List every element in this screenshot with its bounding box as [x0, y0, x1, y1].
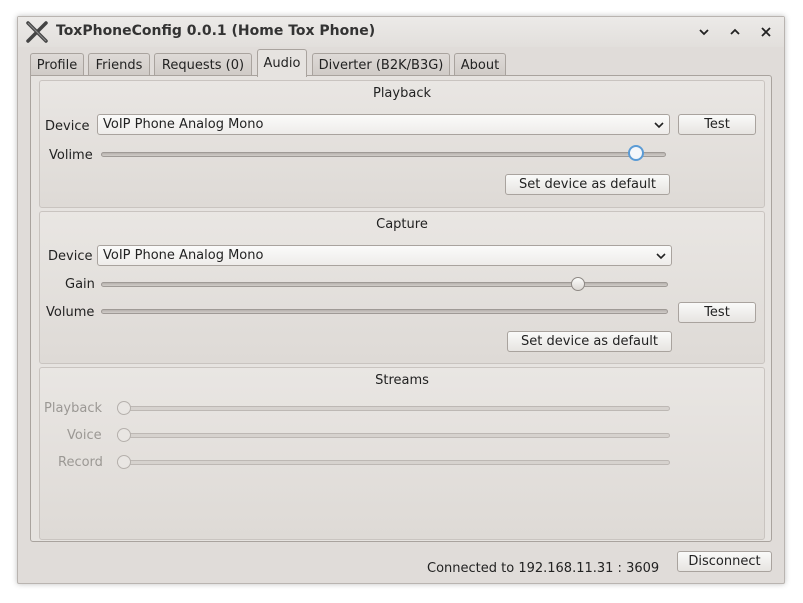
disconnect-button[interactable]: Disconnect — [677, 551, 772, 572]
streams-record-handle[interactable] — [117, 455, 131, 469]
streams-playback-label: Playback — [44, 401, 103, 416]
playback-test-button[interactable]: Test — [678, 114, 756, 135]
playback-set-default-button[interactable]: Set device as default — [505, 174, 670, 195]
streams-playback-handle[interactable] — [117, 401, 131, 415]
tab-label: Profile — [36, 57, 78, 73]
app-x-icon — [26, 21, 48, 43]
tab-requests[interactable]: Requests (0) — [154, 53, 252, 76]
title-bar: ToxPhoneConfig 0.0.1 (Home Tox Phone) — [18, 17, 784, 47]
button-label: Test — [704, 117, 730, 132]
tab-label: Friends — [95, 57, 143, 73]
maximize-button[interactable] — [725, 22, 745, 42]
capture-gain-handle[interactable] — [571, 277, 586, 291]
close-button[interactable] — [756, 22, 776, 42]
streams-voice-label: Voice — [67, 428, 102, 443]
audio-panel: Playback Device VoIP Phone Analog Mono T… — [30, 75, 772, 542]
tab-label: Diverter (B2K/B3G) — [318, 57, 444, 73]
playback-device-value: VoIP Phone Analog Mono — [103, 117, 264, 132]
tab-label: Requests (0) — [161, 57, 245, 73]
button-label: Set device as default — [521, 334, 658, 349]
playback-volume-slider[interactable] — [101, 152, 666, 157]
chevron-up-icon — [730, 28, 740, 35]
capture-device-select[interactable]: VoIP Phone Analog Mono — [97, 245, 672, 266]
connection-status: Connected to 192.168.11.31 : 3609 — [427, 561, 660, 576]
capture-group: Capture Device VoIP Phone Analog Mono Ga… — [39, 211, 765, 364]
capture-gain-label: Gain — [65, 277, 95, 292]
button-label: Disconnect — [688, 554, 761, 569]
streams-record-slider[interactable] — [117, 460, 670, 465]
capture-device-value: VoIP Phone Analog Mono — [103, 248, 264, 263]
playback-group: Playback Device VoIP Phone Analog Mono T… — [39, 80, 765, 208]
tab-label: About — [460, 57, 500, 73]
playback-title: Playback — [372, 86, 431, 101]
close-icon — [761, 27, 771, 37]
chevron-down-icon — [656, 253, 666, 260]
capture-title: Capture — [376, 217, 428, 232]
tab-label: Audio — [263, 56, 301, 71]
chevron-down-icon — [654, 122, 664, 129]
minimize-button[interactable] — [694, 22, 714, 42]
capture-set-default-button[interactable]: Set device as default — [507, 331, 672, 352]
capture-volume-meter — [101, 309, 668, 314]
tab-profile[interactable]: Profile — [30, 53, 84, 76]
streams-group: Streams Playback Voice Record — [39, 367, 765, 540]
playback-device-label: Device — [45, 119, 90, 134]
capture-device-label: Device — [48, 249, 93, 264]
window-title: ToxPhoneConfig 0.0.1 (Home Tox Phone) — [56, 23, 376, 39]
streams-record-label: Record — [58, 455, 103, 470]
button-label: Test — [704, 305, 730, 320]
capture-volume-label: Volume — [46, 305, 95, 320]
main-window: ToxPhoneConfig 0.0.1 (Home Tox Phone) Pr… — [17, 16, 785, 584]
chevron-down-icon — [699, 29, 709, 36]
streams-title: Streams — [375, 373, 429, 388]
button-label: Set device as default — [519, 177, 656, 192]
tab-friends[interactable]: Friends — [88, 53, 150, 76]
tab-audio[interactable]: Audio — [257, 49, 307, 77]
streams-playback-slider[interactable] — [117, 406, 670, 411]
playback-volume-label: Volime — [49, 148, 93, 163]
capture-test-button[interactable]: Test — [678, 302, 756, 323]
streams-voice-handle[interactable] — [117, 428, 131, 442]
tab-about[interactable]: About — [454, 53, 506, 76]
playback-device-select[interactable]: VoIP Phone Analog Mono — [97, 114, 670, 135]
playback-volume-handle[interactable] — [628, 145, 645, 161]
streams-voice-slider[interactable] — [117, 433, 670, 438]
tab-diverter[interactable]: Diverter (B2K/B3G) — [312, 53, 450, 76]
